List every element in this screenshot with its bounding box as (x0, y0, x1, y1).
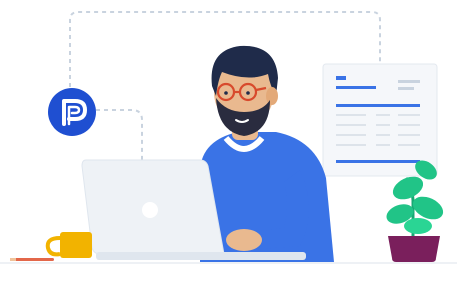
invoice-document (322, 63, 438, 177)
desk-surface (0, 262, 457, 264)
p-logo-icon (48, 88, 96, 136)
head (211, 45, 278, 136)
illustration-stage (0, 0, 457, 282)
person-illustration (200, 45, 334, 262)
illustration-svg (0, 11, 457, 264)
pencil (10, 258, 54, 261)
mug (45, 232, 92, 258)
dotted-path-badge-to-laptop (96, 109, 143, 160)
plant-pot (388, 236, 440, 262)
